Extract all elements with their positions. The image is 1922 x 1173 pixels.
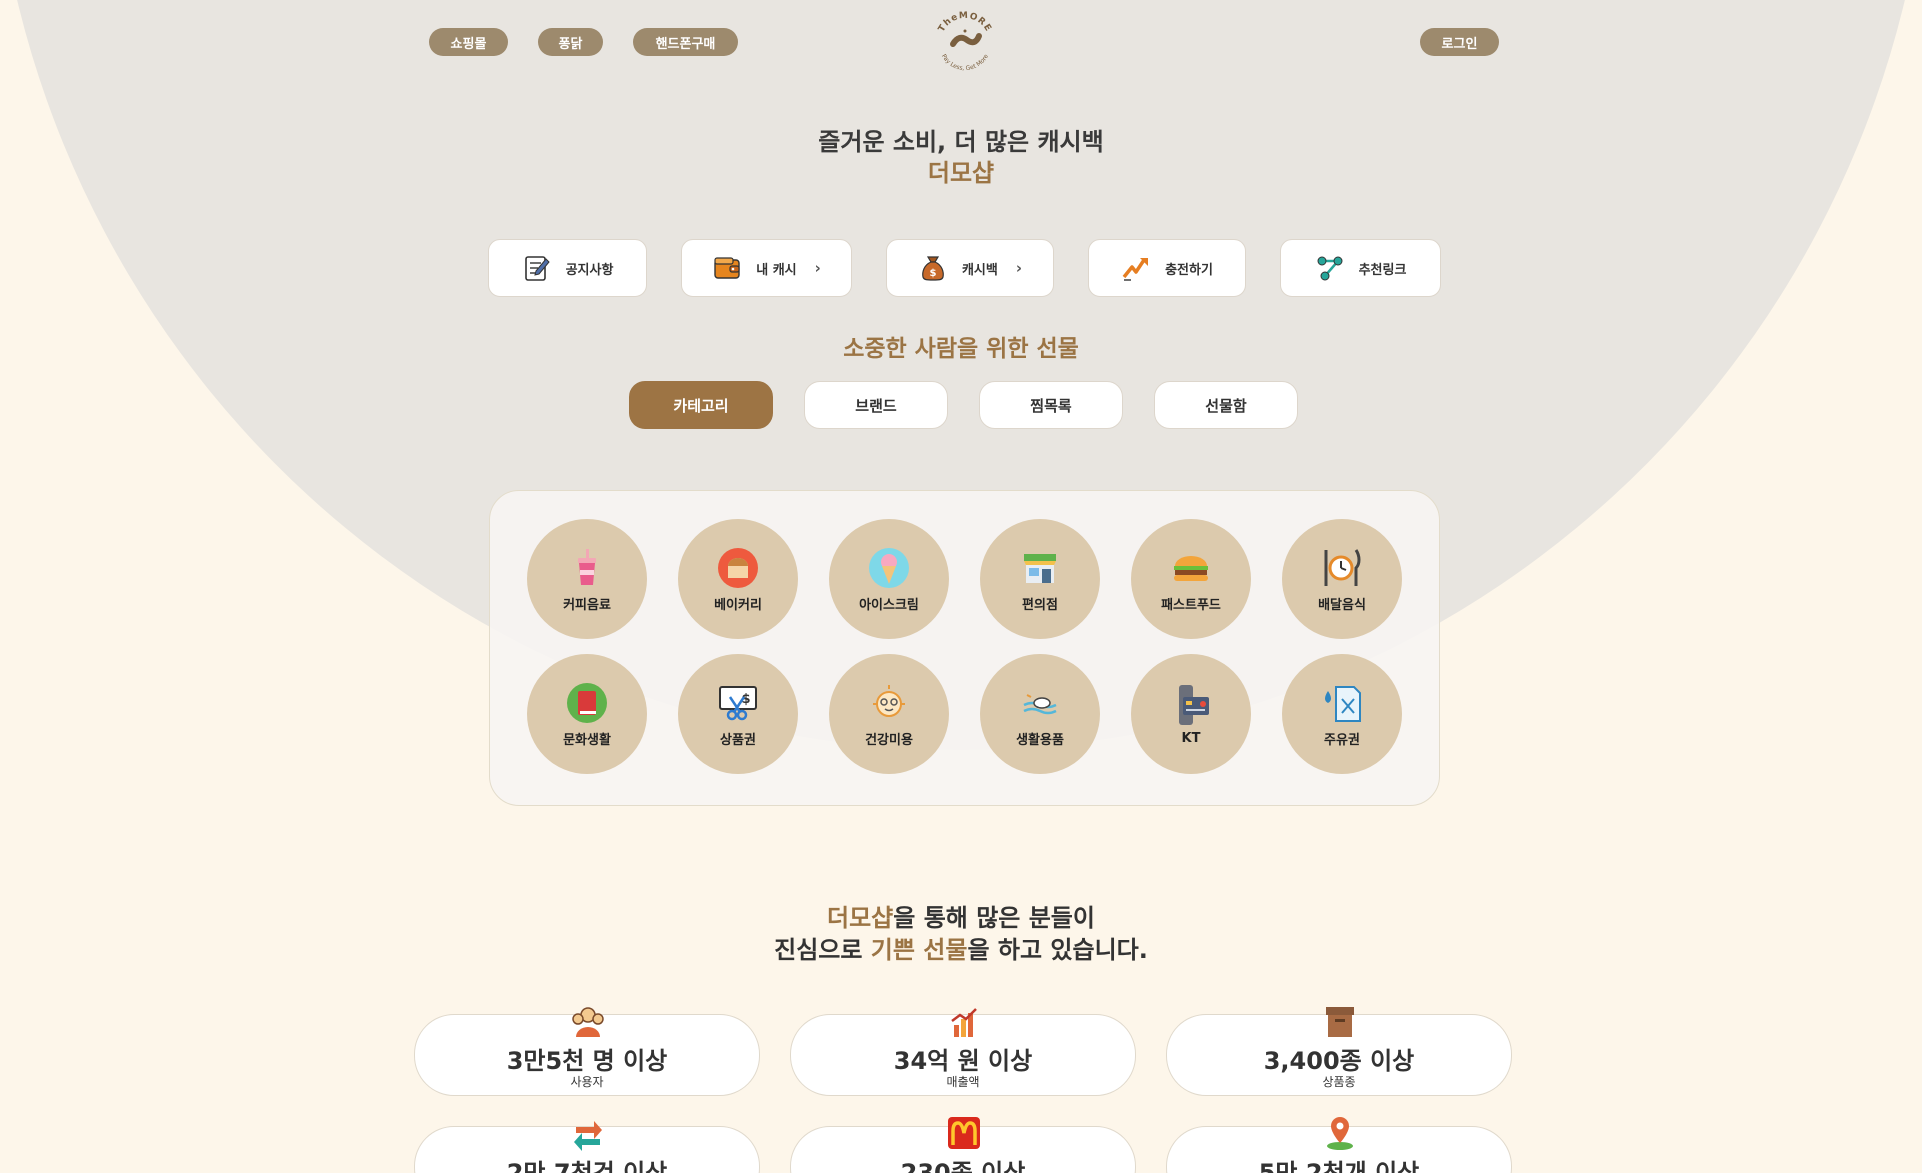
- bread-icon: [718, 547, 758, 588]
- category-label: 배달음식: [1318, 597, 1366, 613]
- category-label: 편의점: [1022, 597, 1058, 613]
- tab-wishlist[interactable]: 찜목록: [979, 381, 1123, 429]
- quick-my-cash-button[interactable]: 내 캐시 ›: [681, 239, 852, 297]
- category-voucher[interactable]: $ 상품권: [678, 654, 798, 774]
- notepad-icon: [524, 256, 550, 281]
- stats-heading-text: 을 통해 많은 분들이: [893, 904, 1095, 932]
- quick-cashback-label: 캐시백: [961, 262, 998, 278]
- svg-text:$: $: [929, 268, 936, 279]
- stat-value: 3,400종 이상: [1263, 1047, 1415, 1075]
- category-label: 아이스크림: [859, 597, 919, 613]
- stat-users: 3만5천 명 이상 사용자: [414, 1007, 760, 1096]
- stat-products: 3,400종 이상 상품종: [1166, 1007, 1512, 1096]
- category-label: KT: [1181, 730, 1201, 746]
- charge-arrow-icon: [1122, 258, 1149, 281]
- voucher-icon: $: [719, 685, 757, 720]
- people-icon: [572, 1007, 604, 1037]
- stat-value: 5만 2천개 이상: [1258, 1159, 1420, 1173]
- phone-card-icon: [1179, 684, 1209, 725]
- gift-section-title: 소중한 사람을 위한 선물: [843, 336, 1079, 362]
- stat-value: 34억 원 이상: [893, 1047, 1033, 1075]
- book-icon: [567, 682, 607, 723]
- stat-transactions: 2만 7천건 이상: [414, 1121, 760, 1173]
- stat-stores: 5만 2천개 이상: [1166, 1117, 1512, 1173]
- category-label: 건강미용: [865, 732, 913, 748]
- category-kt[interactable]: KT: [1131, 654, 1251, 774]
- quick-my-cash-label: 내 캐시: [756, 262, 797, 278]
- category-bakery[interactable]: 베이커리: [678, 519, 798, 639]
- category-label: 커피음료: [563, 597, 611, 613]
- category-convenience-store[interactable]: 편의점: [980, 519, 1100, 639]
- category-ice-cream[interactable]: 아이스크림: [829, 519, 949, 639]
- nav-shopping-mall[interactable]: 쇼핑몰: [429, 28, 508, 56]
- stat-value: 3만5천 명 이상: [506, 1047, 668, 1075]
- stat-sales: 34억 원 이상 매출액: [790, 1008, 1136, 1096]
- m-logo-icon: [948, 1117, 980, 1149]
- stats-heading-text: 을 하고 있습니다.: [967, 936, 1148, 964]
- drink-cup-icon: [578, 548, 596, 585]
- category-label: 문화생활: [563, 732, 611, 748]
- burger-icon: [1174, 555, 1208, 581]
- quick-charge-label: 충전하기: [1165, 262, 1213, 278]
- stat-label: 매출액: [946, 1075, 980, 1089]
- category-culture[interactable]: 문화생활: [527, 654, 647, 774]
- sun-face-icon: [873, 684, 905, 717]
- stats-heading-line1: 더모샵을 통해 많은 분들이: [0, 898, 1922, 933]
- nav-pongdak[interactable]: 퐁닭: [538, 28, 603, 56]
- stats-heading-line2: 진심으로 기쁜 선물을 하고 있습니다.: [0, 930, 1922, 965]
- tab-gift-box[interactable]: 선물함: [1154, 381, 1298, 429]
- beach-icon: [1023, 693, 1057, 714]
- stat-value: 2만 7천건 이상: [506, 1159, 668, 1173]
- exchange-arrows-icon: [574, 1121, 602, 1151]
- box-icon: [1326, 1007, 1354, 1037]
- ice-cream-icon: [869, 547, 909, 588]
- svg-text:Pay Less, Get More: Pay Less, Get More: [940, 53, 990, 72]
- gift-accent: 기쁜 선물: [870, 936, 968, 964]
- stat-label: 사용자: [570, 1075, 604, 1089]
- store-icon: [1024, 553, 1056, 583]
- share-link-icon: [1317, 256, 1343, 281]
- nav-phone-purchase[interactable]: 핸드폰구매: [633, 28, 738, 56]
- stat-brands: 230종 이상: [790, 1117, 1136, 1173]
- growth-chart-icon: [951, 1008, 977, 1037]
- tab-brand[interactable]: 브랜드: [804, 381, 948, 429]
- category-label: 생활용품: [1016, 732, 1064, 748]
- quick-referral-button[interactable]: 추천링크: [1280, 239, 1441, 297]
- stat-value: 230종 이상: [900, 1159, 1026, 1173]
- stat-label: 상품종: [1322, 1075, 1356, 1089]
- clock-dish-icon: [1324, 548, 1361, 586]
- category-label: 베이커리: [714, 597, 762, 613]
- quick-notice-button[interactable]: 공지사항: [488, 239, 647, 297]
- category-label: 상품권: [720, 732, 756, 748]
- quick-charge-button[interactable]: 충전하기: [1088, 239, 1246, 297]
- category-household[interactable]: 생활용품: [980, 654, 1100, 774]
- category-delivery-food[interactable]: 배달음식: [1282, 519, 1402, 639]
- quick-notice-label: 공지사항: [565, 262, 614, 278]
- category-fast-food[interactable]: 패스트푸드: [1131, 519, 1251, 639]
- brand-accent: 더모샵: [827, 904, 894, 932]
- money-bag-icon: $: [922, 256, 944, 281]
- category-label: 주유권: [1324, 732, 1360, 748]
- themore-logo[interactable]: TheMORE Pay Less, Get More: [929, 4, 1001, 76]
- map-pin-icon: [1327, 1117, 1353, 1150]
- category-fuel[interactable]: 주유권: [1282, 654, 1402, 774]
- hero-title: 즐거운 소비, 더 많은 캐시백: [818, 128, 1104, 156]
- quick-cashback-button[interactable]: $ 캐시백 ›: [886, 239, 1054, 297]
- category-label: 패스트푸드: [1161, 597, 1221, 613]
- login-button[interactable]: 로그인: [1420, 28, 1499, 56]
- tab-category[interactable]: 카테고리: [629, 381, 773, 429]
- chevron-right-icon: ›: [814, 259, 821, 277]
- quick-referral-label: 추천링크: [1358, 262, 1407, 278]
- logo-text-bottom: Pay Less, Get More: [940, 53, 990, 72]
- wallet-icon: [714, 257, 740, 279]
- category-health-beauty[interactable]: 건강미용: [829, 654, 949, 774]
- chevron-right-icon: ›: [1015, 259, 1023, 277]
- stats-heading-text: 진심으로: [774, 936, 871, 964]
- category-coffee[interactable]: 커피음료: [527, 519, 647, 639]
- hero-subtitle: 더모샵: [927, 159, 995, 187]
- fuel-can-icon: [1325, 685, 1361, 722]
